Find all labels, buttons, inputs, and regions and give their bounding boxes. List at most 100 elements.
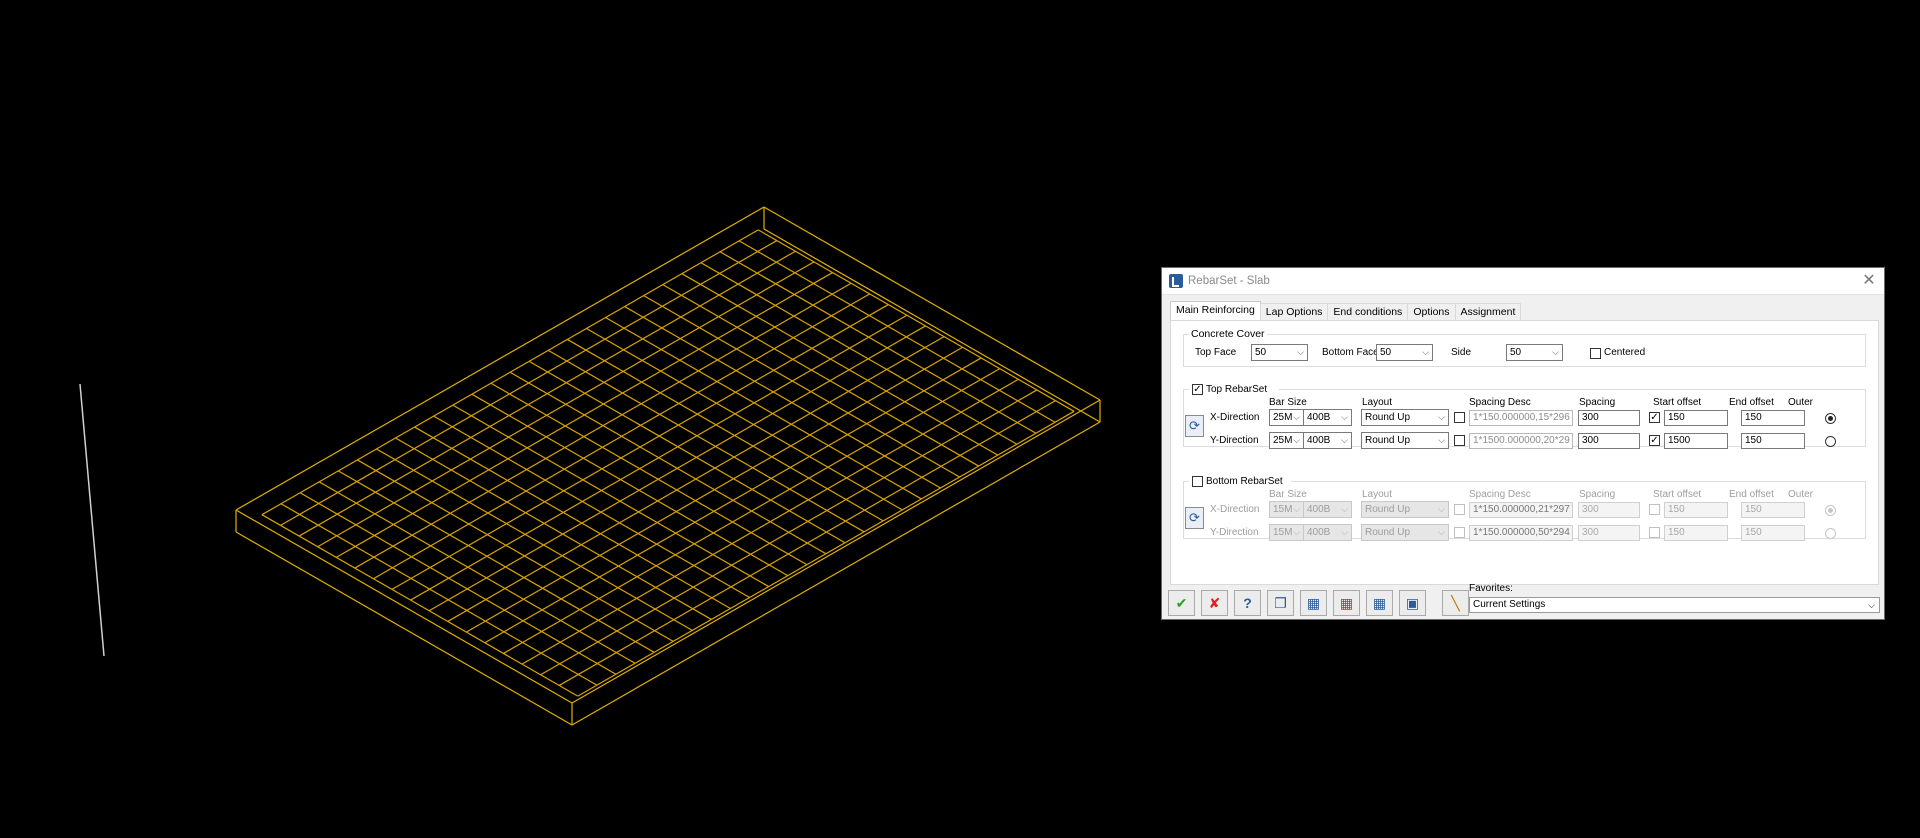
top-face-select[interactable]: 50 ⌵ <box>1251 344 1308 361</box>
slab-outline <box>235 206 1101 726</box>
centered-checkbox[interactable] <box>1590 348 1601 359</box>
top-rebarset-checkbox[interactable]: ✓ <box>1192 384 1203 395</box>
pick-rebar-icon[interactable]: ▦ <box>1300 590 1327 616</box>
help-icon[interactable]: ? <box>1234 590 1261 616</box>
bottom-x-bar-size-select[interactable]: 15M ⌵ <box>1269 501 1304 518</box>
bottom-y-layout-select[interactable]: Round Up ⌵ <box>1361 524 1449 541</box>
top-y-grade-select[interactable]: 400B ⌵ <box>1303 432 1352 449</box>
top-x-start-offset-checkbox[interactable]: ✓ <box>1649 412 1660 423</box>
tab-bar: Main Reinforcing Lap Options End conditi… <box>1170 301 1522 322</box>
top-x-bar-size-select[interactable]: 25M ⌵ <box>1269 409 1304 426</box>
bottom-rebarset-checkbox[interactable] <box>1192 476 1203 487</box>
bottom-y-spacing-desc-field[interactable]: 1*150.000000,50*294 <box>1469 525 1573 541</box>
swap-directions-button[interactable]: ⟳ <box>1185 507 1204 529</box>
col-spacing: Spacing <box>1579 397 1616 408</box>
swap-directions-button[interactable]: ⟳ <box>1185 415 1204 437</box>
slab-edge <box>235 509 573 704</box>
top-y-end-offset-field[interactable]: 150 <box>1741 433 1805 449</box>
chevron-down-icon: ⌵ <box>1438 527 1445 537</box>
chevron-down-icon: ⌵ <box>1293 504 1300 514</box>
rebar-bar <box>280 503 598 686</box>
favorites-label: Favorites: <box>1469 583 1513 594</box>
top-y-outer-radio[interactable] <box>1825 436 1836 447</box>
ok-check-icon[interactable]: ✔ <box>1168 590 1195 616</box>
rebar-bar <box>433 415 750 599</box>
top-x-start-offset-field[interactable]: 150 <box>1664 410 1728 426</box>
rebar-bar <box>681 273 999 456</box>
top-x-grade-select[interactable]: 400B ⌵ <box>1303 409 1352 426</box>
top-y-start-offset-checkbox[interactable]: ✓ <box>1649 435 1660 446</box>
bottom-x-start-offset-checkbox[interactable] <box>1649 504 1660 515</box>
top-x-spacing-field[interactable]: 300 <box>1578 410 1640 426</box>
pick-tool-icon[interactable]: ╲ <box>1442 590 1469 616</box>
col-spacing: Spacing <box>1579 489 1616 500</box>
bottom-y-start-offset-field[interactable]: 150 <box>1664 525 1728 541</box>
rebar-bar <box>700 262 1018 445</box>
concrete-cover-title: Concrete Cover <box>1189 328 1267 340</box>
bottom-y-spacing-field[interactable]: 300 <box>1578 525 1640 541</box>
rebar-bar <box>662 284 979 467</box>
bottom-x-end-offset-field[interactable]: 150 <box>1741 502 1805 518</box>
col-start-offset: Start offset <box>1653 489 1702 500</box>
rebar-bar <box>410 314 908 601</box>
chevron-down-icon: ⌵ <box>1341 504 1348 514</box>
bottom-y-spacing-desc-checkbox[interactable] <box>1454 527 1465 538</box>
main-reinforcing-panel: Concrete Cover Top Face 50 ⌵ Bottom Face … <box>1170 320 1879 585</box>
top-y-spacing-desc-field[interactable]: 1*1500.000000,20*29 <box>1469 433 1573 449</box>
top-y-label: Y-Direction <box>1210 435 1259 446</box>
bottom-x-spacing-field[interactable]: 300 <box>1578 502 1640 518</box>
bottom-x-layout-select[interactable]: Round Up ⌵ <box>1361 501 1449 518</box>
top-y-spacing-field[interactable]: 300 <box>1578 433 1640 449</box>
bottom-x-spacing-desc-field[interactable]: 1*150.000000,21*297 <box>1469 502 1573 518</box>
top-y-spacing-desc-checkbox[interactable] <box>1454 435 1465 446</box>
top-y-bar-size-select[interactable]: 25M ⌵ <box>1269 432 1304 449</box>
top-y-layout-select[interactable]: Round Up ⌵ <box>1361 432 1449 449</box>
bottom-y-grade-select[interactable]: 400B ⌵ <box>1303 524 1352 541</box>
rebar-bar <box>509 371 827 555</box>
close-button[interactable]: ✕ <box>1859 271 1879 291</box>
rebar-bar <box>357 459 674 642</box>
rebar-bar <box>414 426 731 610</box>
rebar-bar <box>452 404 769 588</box>
bottom-y-end-offset-field[interactable]: 150 <box>1741 525 1805 541</box>
rebar-bar <box>624 306 941 489</box>
chevron-down-icon: ⌵ <box>1422 347 1429 357</box>
bottom-y-outer-radio[interactable] <box>1825 528 1836 539</box>
bottom-y-start-offset-checkbox[interactable] <box>1649 527 1660 538</box>
drawing-line <box>79 383 105 657</box>
tab-main-reinforcing[interactable]: Main Reinforcing <box>1170 301 1261 322</box>
top-x-end-offset-field[interactable]: 150 <box>1741 410 1805 426</box>
top-x-label: X-Direction <box>1210 412 1260 423</box>
save-icon[interactable]: ▣ <box>1399 590 1426 616</box>
top-x-spacing-desc-field[interactable]: 1*150.000000,15*296 <box>1469 410 1573 426</box>
bottom-x-spacing-desc-checkbox[interactable] <box>1454 504 1465 515</box>
top-x-layout-select[interactable]: Round Up ⌵ <box>1361 409 1449 426</box>
top-rebarset-title: Top RebarSet <box>1206 384 1268 395</box>
edit-rebar-icon[interactable]: ▦ <box>1366 590 1393 616</box>
bottom-x-start-offset-field[interactable]: 150 <box>1664 502 1728 518</box>
top-x-outer-radio[interactable] <box>1825 413 1836 424</box>
col-spacing-desc: Spacing Desc <box>1469 489 1531 500</box>
bottom-y-bar-size-select[interactable]: 15M ⌵ <box>1269 524 1304 541</box>
bottom-x-grade-select[interactable]: 400B ⌵ <box>1303 501 1352 518</box>
bottom-face-label: Bottom Face <box>1322 347 1379 358</box>
top-y-start-offset-field[interactable]: 1500 <box>1664 433 1728 449</box>
title-bar[interactable]: RebarSet - Slab ✕ <box>1162 268 1884 295</box>
window-title: RebarSet - Slab <box>1188 275 1270 287</box>
remove-rebar-icon[interactable]: ▦ <box>1333 590 1360 616</box>
favorites-select[interactable]: Current Settings ⌵ <box>1469 597 1880 613</box>
top-x-spacing-desc-checkbox[interactable] <box>1454 412 1465 423</box>
col-end-offset: End offset <box>1729 397 1774 408</box>
cancel-x-icon[interactable]: ✘ <box>1201 590 1228 616</box>
centered-label: Centered <box>1604 347 1646 358</box>
chevron-down-icon: ⌵ <box>1341 527 1348 537</box>
chevron-down-icon: ⌵ <box>1341 412 1348 422</box>
bottom-rebarset-title: Bottom RebarSet <box>1206 476 1283 487</box>
copy-icon[interactable]: ❐ <box>1267 590 1294 616</box>
side-select[interactable]: 50 ⌵ <box>1506 344 1563 361</box>
slab-edge <box>571 399 1101 704</box>
chevron-down-icon: ⌵ <box>1438 412 1445 422</box>
bottom-face-select[interactable]: 50 ⌵ <box>1376 344 1433 361</box>
rebar-bar <box>738 240 1056 423</box>
bottom-x-outer-radio[interactable] <box>1825 505 1836 516</box>
